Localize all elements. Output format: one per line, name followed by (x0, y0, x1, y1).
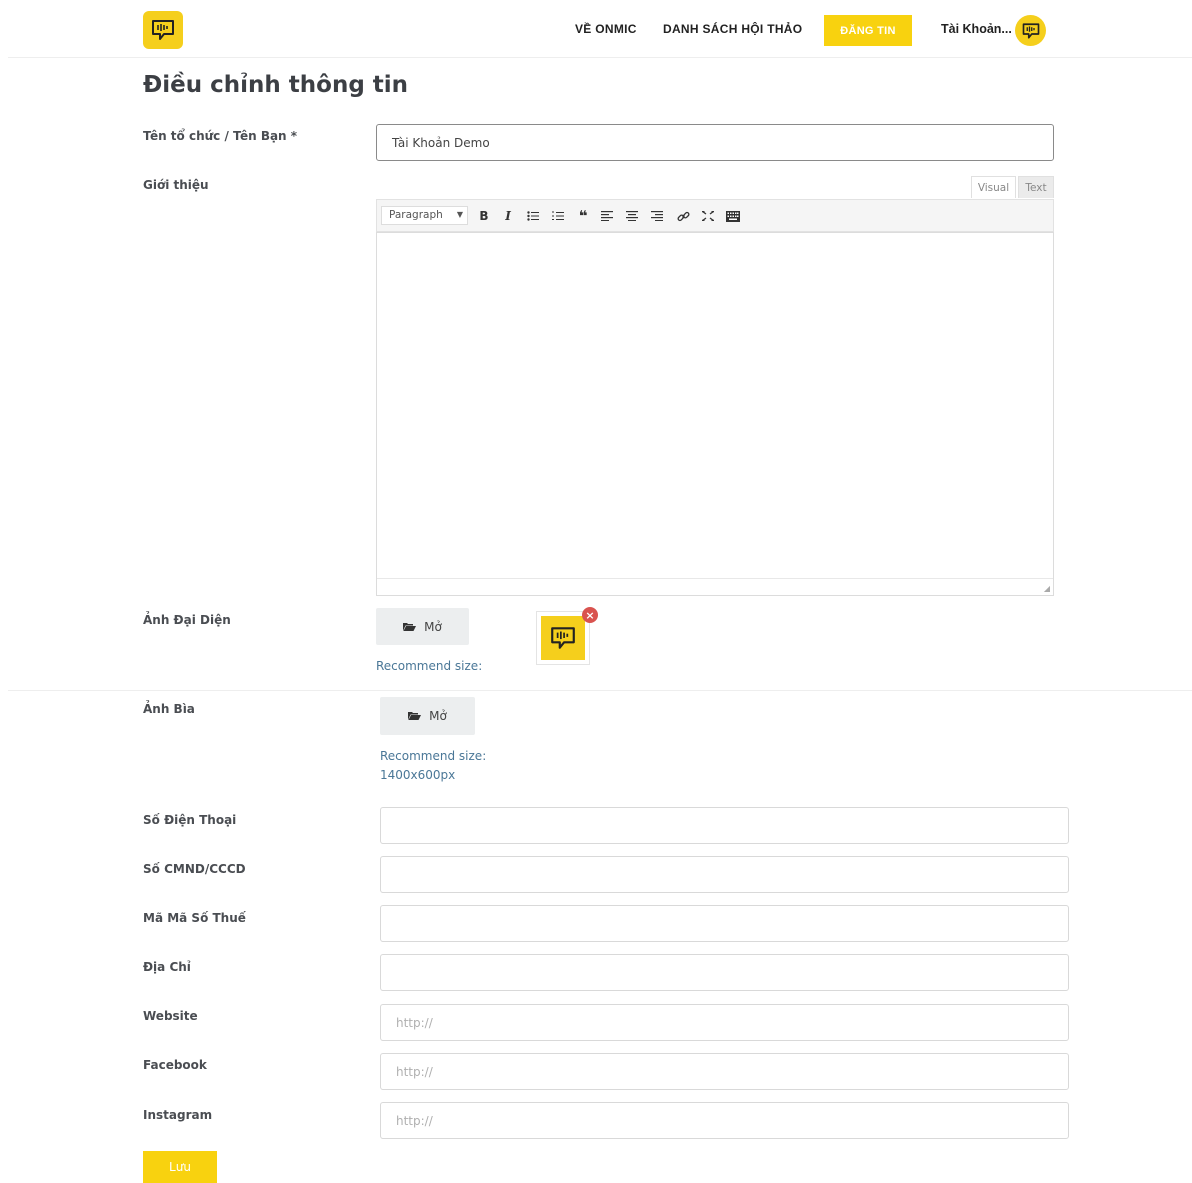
avatar-size-hint: Recommend size: (376, 659, 483, 673)
tax-code-field[interactable] (380, 905, 1069, 942)
intro-label: Giới thiệu (143, 178, 209, 192)
fullscreen-icon[interactable] (698, 207, 718, 225)
avatar-thumbnail (536, 611, 590, 665)
bullet-list-icon[interactable] (523, 207, 543, 225)
phone-label: Số Điện Thoại (143, 813, 237, 827)
link-icon[interactable] (673, 207, 693, 225)
website-label: Website (143, 1009, 198, 1023)
cover-open-button[interactable]: Mở (380, 697, 475, 735)
numbered-list-icon[interactable] (548, 207, 568, 225)
folder-open-icon (408, 709, 422, 723)
microphone-chat-icon (1022, 22, 1039, 39)
logo[interactable] (143, 11, 183, 49)
microphone-chat-icon (551, 627, 575, 649)
align-center-icon[interactable] (622, 207, 642, 225)
align-right-icon[interactable] (647, 207, 667, 225)
website-field[interactable]: http:// (380, 1004, 1069, 1041)
avatar-open-label: Mở (424, 619, 442, 634)
resize-handle-icon[interactable]: ◢ (1044, 584, 1050, 593)
name-value: Tài Khoản Demo (392, 135, 490, 150)
instagram-placeholder: http:// (396, 1113, 433, 1128)
header-divider (8, 57, 1192, 58)
avatar-open-button[interactable]: Mở (376, 608, 469, 645)
format-select-value: Paragraph (389, 209, 443, 221)
id-number-label: Số CMND/CCCD (143, 862, 246, 876)
phone-field[interactable] (380, 807, 1069, 844)
align-left-icon[interactable] (597, 207, 617, 225)
facebook-field[interactable]: http:// (380, 1053, 1069, 1090)
microphone-chat-icon (152, 20, 174, 40)
facebook-label: Facebook (143, 1058, 207, 1072)
page-title: Điều chỉnh thông tin (143, 72, 409, 98)
instagram-label: Instagram (143, 1108, 213, 1122)
post-button[interactable]: ĐĂNG TIN (824, 15, 912, 46)
id-number-field[interactable] (380, 856, 1069, 893)
avatar-label: Ảnh Đại Diện (143, 613, 231, 627)
tab-text[interactable]: Text (1018, 176, 1054, 198)
intro-editor[interactable]: ◢ (376, 232, 1054, 596)
format-select[interactable]: Paragraph ▼ (381, 206, 468, 225)
italic-icon[interactable]: I (498, 207, 518, 225)
section-divider (8, 690, 1192, 691)
address-label: Địa Chỉ (143, 960, 191, 974)
chevron-down-icon: ▼ (456, 210, 463, 219)
name-label: Tên tổ chức / Tên Bạn * (143, 129, 298, 143)
account-menu[interactable]: Tài Khoản... (941, 22, 1012, 36)
cover-label: Ảnh Bìa (143, 702, 195, 716)
nav-seminar-list[interactable]: DANH SÁCH HỘI THẢO (663, 22, 802, 36)
avatar[interactable] (1015, 15, 1046, 46)
bold-icon[interactable]: B (474, 207, 494, 225)
address-field[interactable] (380, 954, 1069, 991)
editor-statusbar-divider (377, 578, 1053, 579)
toolbar-toggle-icon[interactable] (723, 207, 743, 225)
nav-about-onmic[interactable]: VỀ ONMIC (575, 22, 637, 36)
cover-size-value: 1400x600px (380, 768, 456, 782)
cover-size-hint: Recommend size: (380, 749, 487, 763)
tax-code-label: Mã Mã Số Thuế (143, 911, 246, 925)
folder-open-icon (403, 620, 417, 634)
blockquote-icon[interactable]: ❝ (573, 207, 593, 225)
remove-avatar-icon[interactable]: × (582, 607, 598, 623)
facebook-placeholder: http:// (396, 1064, 433, 1079)
instagram-field[interactable]: http:// (380, 1102, 1069, 1139)
cover-open-label: Mở (429, 709, 447, 723)
name-field[interactable]: Tài Khoản Demo (376, 124, 1054, 161)
tab-visual[interactable]: Visual (971, 176, 1016, 198)
website-placeholder: http:// (396, 1015, 433, 1030)
save-button[interactable]: Lưu (143, 1151, 217, 1183)
